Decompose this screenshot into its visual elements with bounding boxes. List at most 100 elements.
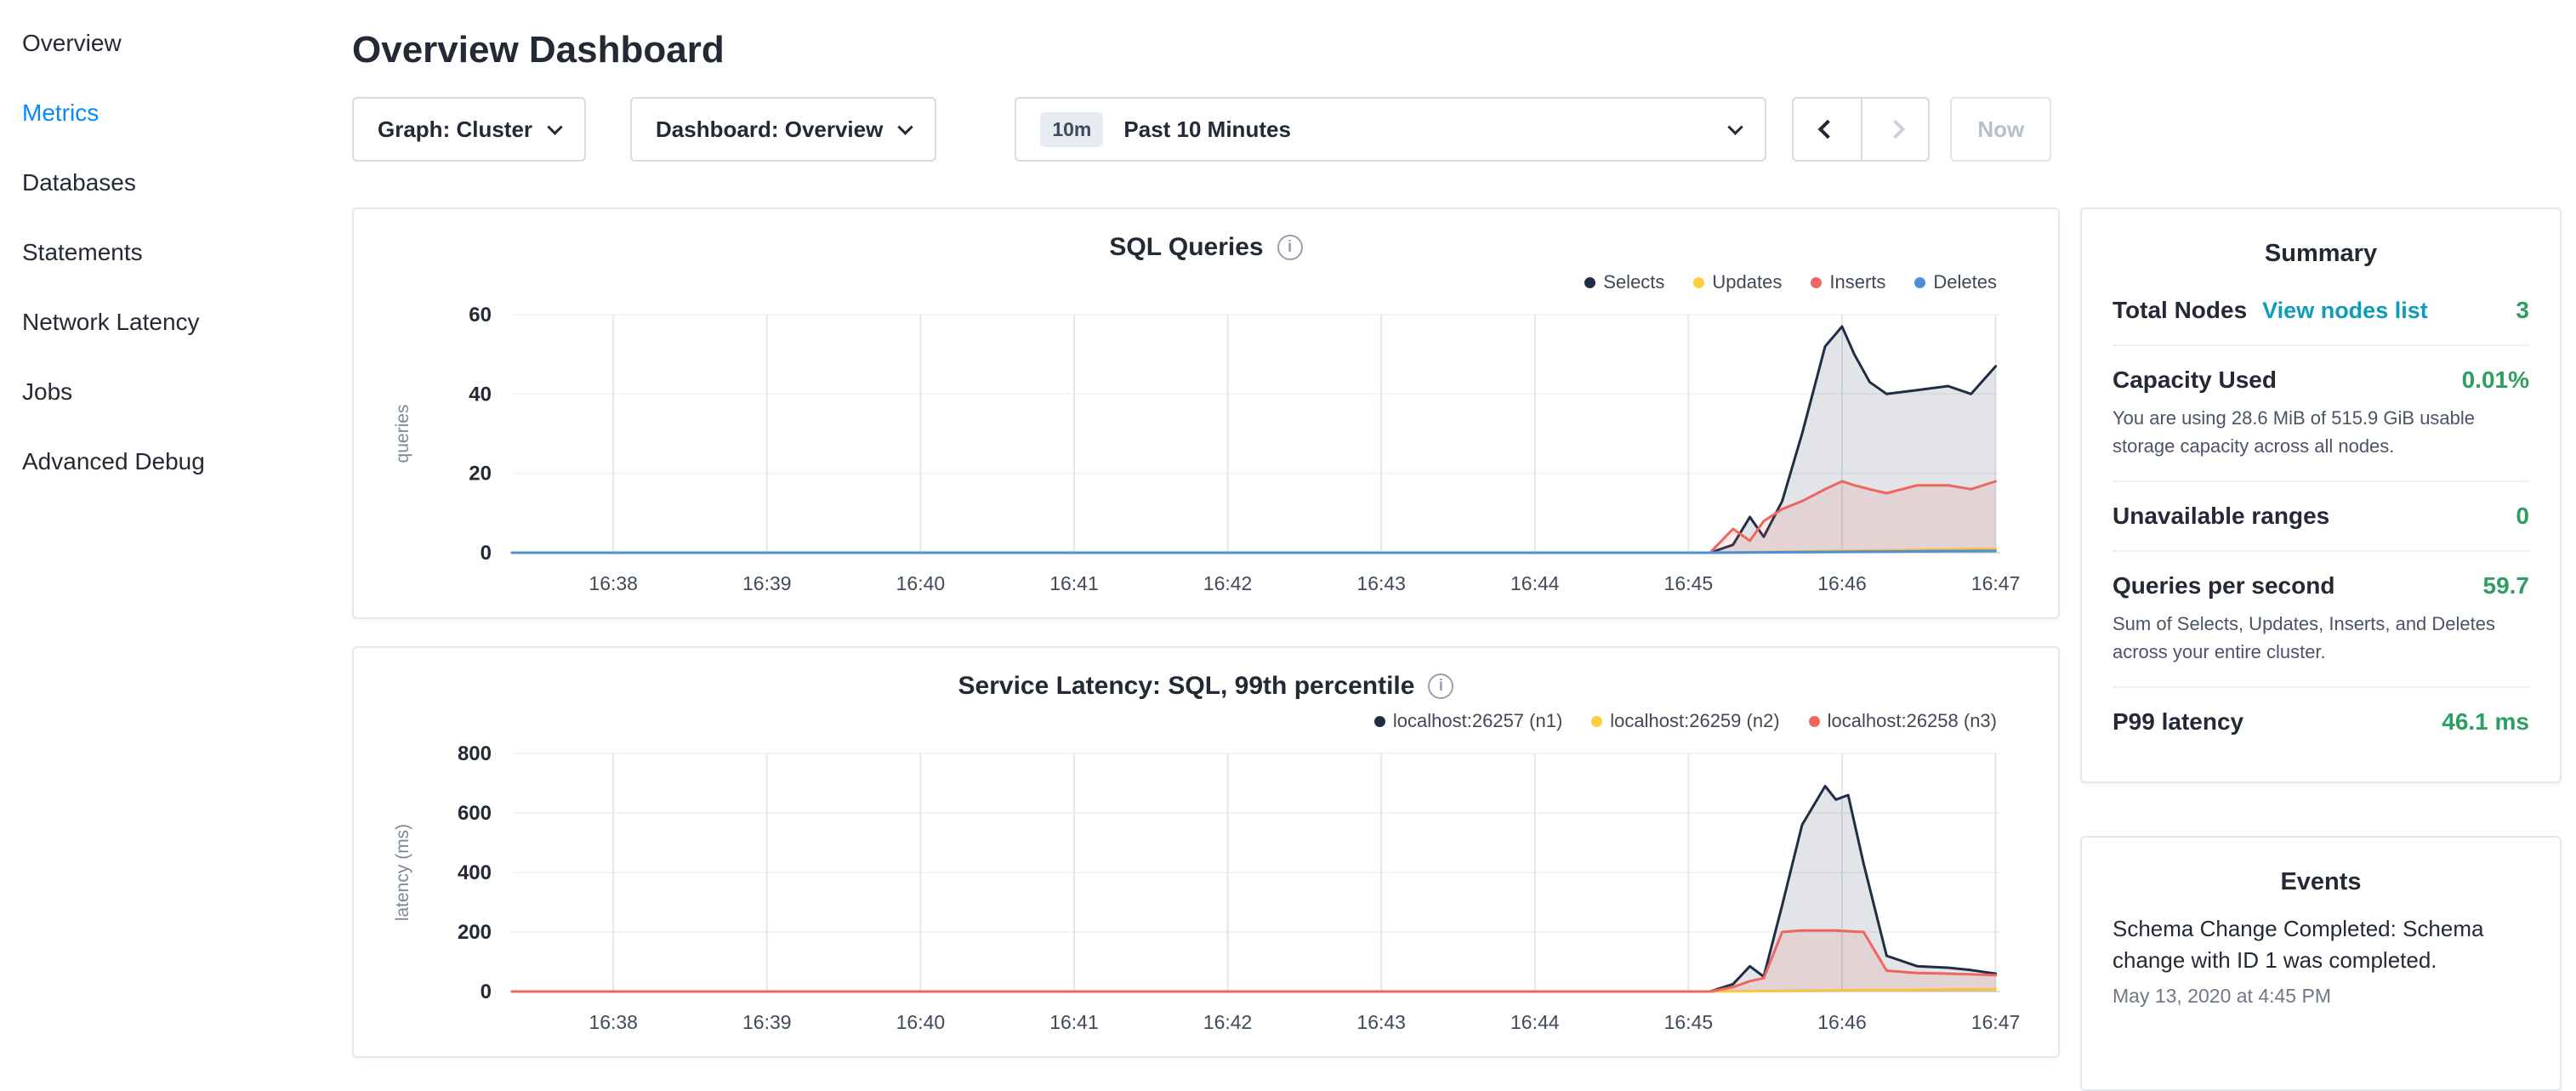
sidebar-item-statements[interactable]: Statements bbox=[22, 218, 352, 287]
svg-text:600: 600 bbox=[458, 802, 492, 825]
app-root: Overview Metrics Databases Statements Ne… bbox=[0, 0, 2576, 1051]
legend-dot bbox=[1914, 277, 1925, 288]
svg-text:16:44: 16:44 bbox=[1510, 572, 1560, 594]
svg-text:16:44: 16:44 bbox=[1510, 1011, 1560, 1033]
graph-dropdown[interactable]: Graph: Cluster bbox=[352, 97, 586, 162]
svg-text:16:47: 16:47 bbox=[1971, 1011, 2021, 1033]
svg-text:16:46: 16:46 bbox=[1817, 572, 1867, 594]
service-latency-chart[interactable]: 020040060080016:3816:3916:4016:4116:4216… bbox=[354, 738, 2058, 1041]
svg-text:16:43: 16:43 bbox=[1356, 1011, 1406, 1033]
nav-list: Overview Metrics Databases Statements Ne… bbox=[22, 9, 352, 497]
legend-label: localhost:26258 (n3) bbox=[1828, 710, 1997, 732]
event-item[interactable]: Schema Change Completed: Schema change w… bbox=[2113, 913, 2529, 1008]
summary-row-queries-per-second: Queries per second 59.7 Sum of Selects, … bbox=[2113, 552, 2529, 688]
toolbar: Graph: Cluster Dashboard: Overview 10m P… bbox=[352, 97, 2576, 162]
sidebar-item-databases[interactable]: Databases bbox=[22, 148, 352, 218]
summary-title: Summary bbox=[2113, 240, 2529, 268]
now-button[interactable]: Now bbox=[1950, 97, 2051, 162]
event-timestamp: May 13, 2020 at 4:45 PM bbox=[2113, 985, 2529, 1008]
summary-row-unavailable-ranges: Unavailable ranges 0 bbox=[2113, 482, 2529, 552]
svg-text:0: 0 bbox=[481, 542, 492, 565]
legend-label: localhost:26257 (n1) bbox=[1393, 710, 1562, 732]
chart-title-row: Service Latency: SQL, 99th percentile i bbox=[354, 672, 2058, 701]
sidebar-item-overview[interactable]: Overview bbox=[22, 9, 352, 78]
events-title: Events bbox=[2113, 868, 2529, 896]
summary-value: 0 bbox=[2516, 503, 2529, 530]
summary-label: Unavailable ranges bbox=[2113, 503, 2329, 530]
summary-row-total-nodes: Total Nodes View nodes list 3 bbox=[2113, 276, 2529, 346]
summary-value: 46.1 ms bbox=[2442, 708, 2529, 736]
info-icon[interactable]: i bbox=[1428, 673, 1453, 699]
summary-value: 59.7 bbox=[2483, 572, 2530, 599]
legend-dot bbox=[1584, 277, 1595, 288]
chevron-left-icon bbox=[1818, 120, 1838, 139]
time-back-button[interactable] bbox=[1794, 99, 1861, 160]
events-panel: Events Schema Change Completed: Schema c… bbox=[2080, 836, 2562, 1091]
svg-text:16:40: 16:40 bbox=[896, 572, 946, 594]
right-sidebar: Summary Total Nodes View nodes list 3 Ca… bbox=[2080, 207, 2562, 1091]
dashboard-dropdown[interactable]: Dashboard: Overview bbox=[630, 97, 936, 162]
summary-panel: Summary Total Nodes View nodes list 3 Ca… bbox=[2080, 207, 2562, 783]
sidebar-item-network-latency[interactable]: Network Latency bbox=[22, 287, 352, 357]
svg-text:16:46: 16:46 bbox=[1817, 1011, 1867, 1033]
svg-text:16:45: 16:45 bbox=[1664, 572, 1714, 594]
legend-label: Inserts bbox=[1829, 271, 1885, 293]
legend-dot bbox=[1693, 277, 1704, 288]
summary-value: 3 bbox=[2516, 297, 2529, 324]
svg-text:20: 20 bbox=[469, 463, 492, 486]
chevron-down-icon bbox=[1728, 119, 1743, 134]
legend-dot bbox=[1591, 716, 1602, 727]
legend-label: Deletes bbox=[1933, 271, 1997, 293]
summary-label: Total Nodes bbox=[2113, 297, 2247, 324]
page-title: Overview Dashboard bbox=[352, 29, 2576, 71]
summary-description: You are using 28.6 MiB of 515.9 GiB usab… bbox=[2113, 404, 2529, 460]
view-nodes-link[interactable]: View nodes list bbox=[2262, 298, 2428, 324]
main-nav: Overview Metrics Databases Statements Ne… bbox=[0, 0, 352, 1051]
time-nav-group bbox=[1792, 97, 1930, 162]
chevron-down-icon bbox=[898, 119, 913, 134]
content-row: SQL Queries i Selects Updates Inserts Delet… bbox=[352, 207, 2576, 1091]
svg-text:16:43: 16:43 bbox=[1356, 572, 1406, 594]
chart-title: Service Latency: SQL, 99th percentile bbox=[958, 672, 1415, 701]
chevron-down-icon bbox=[547, 119, 562, 134]
legend-item: localhost:26258 (n3) bbox=[1809, 710, 1997, 732]
svg-text:16:41: 16:41 bbox=[1049, 572, 1099, 594]
svg-text:800: 800 bbox=[458, 742, 492, 765]
sql-queries-chart[interactable]: 020406016:3816:3916:4016:4116:4216:4316:… bbox=[354, 299, 2058, 602]
event-text: Schema Change Completed: Schema change w… bbox=[2113, 913, 2529, 976]
summary-label: P99 latency bbox=[2113, 708, 2243, 736]
summary-label: Queries per second bbox=[2113, 572, 2334, 599]
summary-label: Capacity Used bbox=[2113, 367, 2277, 394]
svg-text:queries: queries bbox=[393, 405, 412, 463]
summary-row-capacity-used: Capacity Used 0.01% You are using 28.6 M… bbox=[2113, 346, 2529, 482]
service-latency-panel: Service Latency: SQL, 99th percentile i … bbox=[352, 646, 2060, 1058]
info-icon[interactable]: i bbox=[1277, 235, 1303, 260]
svg-text:16:40: 16:40 bbox=[896, 1011, 946, 1033]
svg-text:0: 0 bbox=[481, 980, 492, 1003]
sidebar-item-jobs[interactable]: Jobs bbox=[22, 357, 352, 427]
summary-row-p99-latency: P99 latency 46.1 ms bbox=[2113, 688, 2529, 756]
chart-title-row: SQL Queries i bbox=[354, 233, 2058, 262]
time-range-dropdown[interactable]: 10m Past 10 Minutes bbox=[1015, 97, 1766, 162]
svg-text:16:39: 16:39 bbox=[742, 572, 792, 594]
chart-legend: Selects Updates Inserts Deletes bbox=[354, 270, 1997, 294]
svg-text:16:42: 16:42 bbox=[1203, 572, 1253, 594]
sidebar-item-advanced-debug[interactable]: Advanced Debug bbox=[22, 427, 352, 497]
time-range-badge: 10m bbox=[1040, 112, 1103, 147]
sql-queries-panel: SQL Queries i Selects Updates Inserts Delet… bbox=[352, 207, 2060, 619]
time-range-label: Past 10 Minutes bbox=[1123, 116, 1291, 143]
sidebar-item-metrics[interactable]: Metrics bbox=[22, 78, 352, 148]
dashboard-dropdown-label: Dashboard: Overview bbox=[656, 116, 883, 143]
svg-text:400: 400 bbox=[458, 861, 492, 884]
time-forward-button[interactable] bbox=[1861, 99, 1928, 160]
legend-item: Selects bbox=[1584, 271, 1664, 293]
main-content: Overview Dashboard Graph: Cluster Dashbo… bbox=[352, 0, 2576, 1051]
legend-item: Updates bbox=[1693, 271, 1782, 293]
legend-item: Deletes bbox=[1914, 271, 1997, 293]
svg-text:200: 200 bbox=[458, 921, 492, 944]
svg-text:16:42: 16:42 bbox=[1203, 1011, 1253, 1033]
chevron-right-icon bbox=[1886, 120, 1906, 139]
svg-text:16:41: 16:41 bbox=[1049, 1011, 1099, 1033]
legend-label: Updates bbox=[1712, 271, 1782, 293]
svg-text:40: 40 bbox=[469, 383, 492, 406]
